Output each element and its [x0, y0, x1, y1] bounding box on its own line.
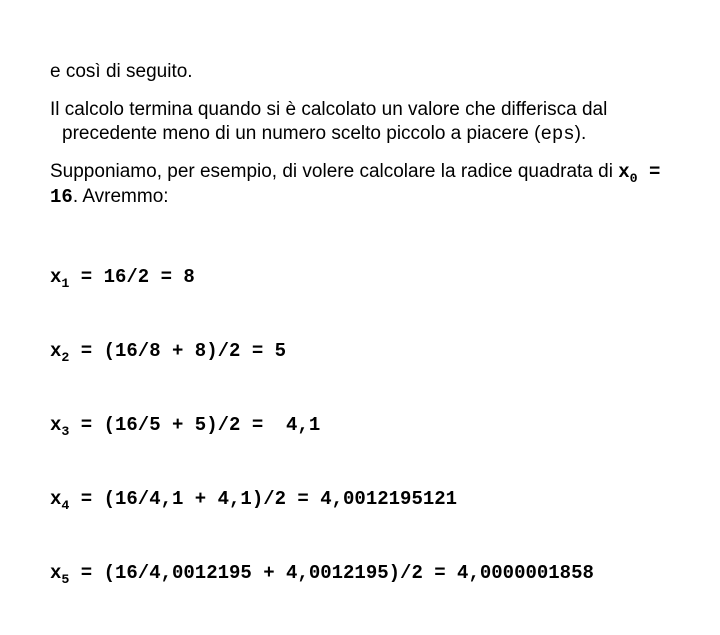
- var: x: [50, 488, 61, 510]
- text: . Avremmo:: [73, 186, 169, 207]
- calc-line-4: x4 = (16/4,1 + 4,1)/2 = 4,0012195121: [50, 487, 670, 512]
- calc-line-5: x5 = (16/4,0012195 + 4,0012195)/2 = 4,00…: [50, 561, 670, 586]
- expr: = (16/4,0012195 + 4,0012195)/2 = 4,00000…: [69, 562, 594, 584]
- expr: = (16/4,1 + 4,1)/2 = 4,0012195121: [69, 488, 457, 510]
- expr: = (16/8 + 8)/2 = 5: [69, 340, 286, 362]
- x-symbol: x: [618, 161, 629, 183]
- text: Supponiamo, per esempio, di volere calco…: [50, 161, 618, 182]
- paragraph-intro: e così di seguito.: [50, 60, 670, 84]
- var: x: [50, 414, 61, 436]
- calculation-block: x1 = 16/2 = 8 x2 = (16/8 + 8)/2 = 5 x3 =…: [50, 216, 670, 635]
- calc-line-2: x2 = (16/8 + 8)/2 = 5: [50, 339, 670, 364]
- paragraph-example: Supponiamo, per esempio, di volere calco…: [50, 160, 670, 210]
- sub-0: 0: [630, 171, 638, 186]
- expr: = 16/2 = 8: [69, 266, 194, 288]
- calc-line-1: x1 = 16/2 = 8: [50, 265, 670, 290]
- text: e così di seguito.: [50, 61, 193, 82]
- var: x: [50, 340, 61, 362]
- text: ).: [575, 123, 587, 144]
- var: x: [50, 266, 61, 288]
- text: Il calcolo termina quando si è calcolato…: [50, 99, 607, 144]
- var: x: [50, 562, 61, 584]
- expr: = (16/5 + 5)/2 = 4,1: [69, 414, 320, 436]
- sub: 5: [61, 572, 69, 587]
- eps-code: eps: [540, 123, 574, 145]
- paragraph-termination: Il calcolo termina quando si è calcolato…: [50, 98, 670, 147]
- calc-line-3: x3 = (16/5 + 5)/2 = 4,1: [50, 413, 670, 438]
